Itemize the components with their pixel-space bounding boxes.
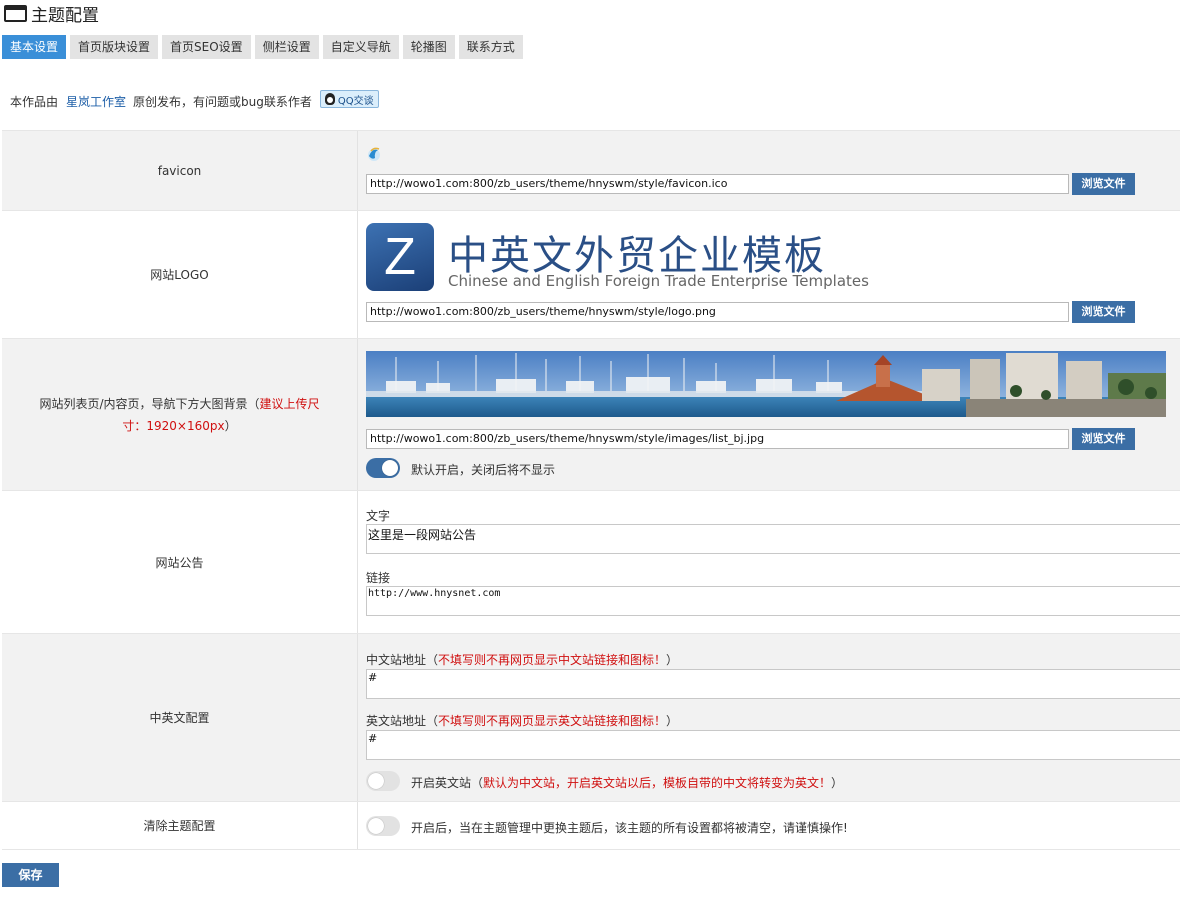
tab-homepage-blocks[interactable]: 首页版块设置 bbox=[70, 35, 159, 59]
banner-label: 网站列表页/内容页，导航下方大图背景（建议上传尺寸：1920×160px） bbox=[2, 339, 358, 491]
tab-bar: 基本设置 首页版块设置 首页SEO设置 侧栏设置 自定义导航 轮播图 联系方式 bbox=[2, 35, 527, 59]
studio-link[interactable]: 星岚工作室 bbox=[66, 93, 126, 110]
logo-row: 网站LOGO Z 中英文外贸企业模板 Chinese and English F… bbox=[2, 210, 1180, 339]
cn-site-label-text: 中文站地址（ bbox=[366, 653, 439, 667]
window-icon bbox=[4, 4, 27, 22]
clear-config-hint: 开启后，当在主题管理中更换主题后，该主题的所有设置都将被清空，请谨慎操作! bbox=[411, 821, 848, 835]
clear-row: 清除主题配置 开启后，当在主题管理中更换主题后，该主题的所有设置都将被清空，请谨… bbox=[2, 801, 1180, 850]
page-title: 主题配置 bbox=[31, 5, 99, 26]
banner-label-text: 网站列表页/内容页，导航下方大图背景（ bbox=[39, 397, 260, 411]
qq-chat-button[interactable]: QQ交谈 bbox=[319, 90, 379, 108]
en-site-label-close: ） bbox=[666, 714, 679, 728]
clear-config-toggle-knob bbox=[368, 818, 384, 834]
clear-label: 清除主题配置 bbox=[2, 802, 358, 849]
credit-line: 本作品由 星岚工作室 原创发布，有问题或bug联系作者 QQ交谈 bbox=[10, 90, 379, 110]
en-site-hint: 不填写则不再网页显示英文站链接和图标！ bbox=[438, 714, 667, 728]
tab-carousel[interactable]: 轮播图 bbox=[402, 35, 455, 59]
notice-link-input[interactable]: http://www.hnysnet.com bbox=[366, 586, 1180, 616]
notice-row: 网站公告 文字 这里是一段网站公告 链接 http://www.hnysnet.… bbox=[2, 490, 1180, 634]
tab-contact[interactable]: 联系方式 bbox=[458, 35, 523, 59]
qq-penguin-icon bbox=[324, 93, 335, 105]
favicon-row: favicon http://wowo1.com:800/zb_users/th… bbox=[2, 130, 1180, 211]
banner-url-input[interactable]: http://wowo1.com:800/zb_users/theme/hnys… bbox=[366, 429, 1069, 449]
banner-row: 网站列表页/内容页，导航下方大图背景（建议上传尺寸：1920×160px） ht… bbox=[2, 338, 1180, 491]
english-site-toggle-label: 开启英文站（默认为中文站，开启英文站以后，模板自带的中文将转变为英文！） bbox=[411, 774, 843, 791]
cn-site-label-close: ） bbox=[666, 653, 679, 667]
logo-title-en: Chinese and English Foreign Trade Enterp… bbox=[448, 272, 869, 290]
en-site-label: 英文站地址（不填写则不再网页显示英文站链接和图标！） bbox=[366, 712, 678, 729]
favicon-browse-button[interactable]: 浏览文件 bbox=[1072, 173, 1135, 195]
tab-basic[interactable]: 基本设置 bbox=[2, 35, 67, 59]
credit-suffix: 原创发布，有问题或bug联系作者 bbox=[133, 94, 312, 109]
tab-sidebar[interactable]: 侧栏设置 bbox=[254, 35, 319, 59]
lang-row: 中英文配置 中文站地址（不填写则不再网页显示中文站链接和图标！） # 英文站地址… bbox=[2, 633, 1180, 802]
cn-site-label: 中文站地址（不填写则不再网页显示中文站链接和图标！） bbox=[366, 651, 678, 668]
favicon-url-input[interactable]: http://wowo1.com:800/zb_users/theme/hnys… bbox=[366, 174, 1069, 194]
banner-browse-button[interactable]: 浏览文件 bbox=[1072, 428, 1135, 450]
english-site-toggle-close: ） bbox=[831, 776, 844, 790]
logo-url-input[interactable]: http://wowo1.com:800/zb_users/theme/hnys… bbox=[366, 302, 1069, 322]
banner-preview-image bbox=[366, 351, 1166, 417]
favicon-label: favicon bbox=[2, 131, 358, 211]
credit-prefix: 本作品由 bbox=[10, 94, 59, 109]
notice-label: 网站公告 bbox=[2, 491, 358, 634]
cn-site-input[interactable]: # bbox=[366, 669, 1180, 699]
logo-mark: Z bbox=[366, 223, 434, 291]
en-site-input[interactable]: # bbox=[366, 730, 1180, 760]
qq-chat-label: QQ交谈 bbox=[337, 95, 374, 107]
tab-homepage-seo[interactable]: 首页SEO设置 bbox=[162, 35, 251, 59]
notice-text-input[interactable]: 这里是一段网站公告 bbox=[366, 524, 1180, 554]
logo-label: 网站LOGO bbox=[2, 211, 358, 339]
banner-toggle-knob bbox=[382, 460, 398, 476]
save-button[interactable]: 保存 bbox=[2, 863, 59, 887]
tab-custom-nav[interactable]: 自定义导航 bbox=[322, 35, 399, 59]
english-site-toggle[interactable] bbox=[366, 771, 400, 791]
logo-browse-button[interactable]: 浏览文件 bbox=[1072, 301, 1135, 323]
cn-site-hint: 不填写则不再网页显示中文站链接和图标！ bbox=[438, 653, 667, 667]
banner-toggle[interactable] bbox=[366, 458, 400, 478]
english-site-toggle-hint: 默认为中文站，开启英文站以后，模板自带的中文将转变为英文！ bbox=[483, 776, 832, 790]
lang-label: 中英文配置 bbox=[2, 634, 358, 802]
favicon-preview-icon bbox=[368, 147, 380, 161]
notice-link-label: 链接 bbox=[366, 571, 391, 585]
english-site-toggle-text: 开启英文站（ bbox=[411, 776, 484, 790]
banner-label-close: ） bbox=[224, 419, 237, 433]
page-header: 主题配置 bbox=[4, 2, 99, 26]
banner-toggle-label: 默认开启，关闭后将不显示 bbox=[411, 463, 556, 477]
notice-text-label: 文字 bbox=[366, 509, 391, 523]
en-site-label-text: 英文站地址（ bbox=[366, 714, 439, 728]
english-site-toggle-knob bbox=[368, 773, 384, 789]
clear-config-toggle[interactable] bbox=[366, 816, 400, 836]
